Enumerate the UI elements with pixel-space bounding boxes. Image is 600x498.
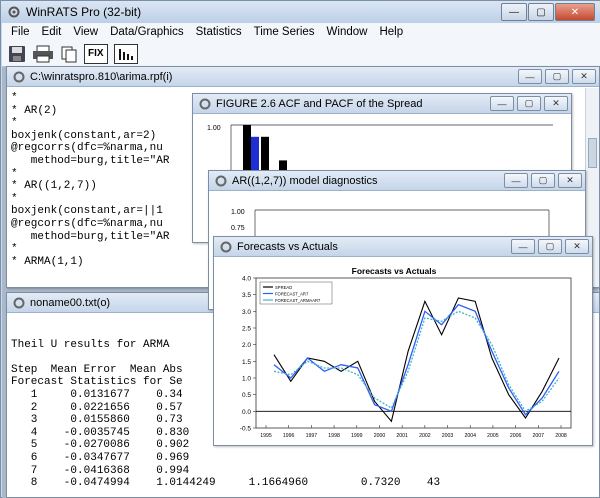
diagnostics-titlebar[interactable]: AR((1,2,7)) model diagnostics — ▢ ✕ bbox=[209, 171, 585, 191]
toolbar: FIX bbox=[2, 41, 600, 67]
forecast-ytick: 2.5 bbox=[242, 326, 251, 333]
forecast-ytick: 3.0 bbox=[242, 309, 251, 316]
document-gear-icon bbox=[13, 297, 25, 308]
acf-maximize-button[interactable]: ▢ bbox=[517, 96, 541, 111]
acf-close-button[interactable]: ✕ bbox=[544, 96, 568, 111]
forecast-titlebar[interactable]: Forecasts vs Actuals — ▢ ✕ bbox=[214, 237, 592, 257]
forecast-xtick: 2001 bbox=[396, 433, 408, 439]
menu-statistics[interactable]: Statistics bbox=[196, 26, 242, 38]
editor-maximize-button[interactable]: ▢ bbox=[545, 69, 569, 84]
editor-close-button[interactable]: ✕ bbox=[572, 69, 596, 84]
acf-title: FIGURE 2.6 ACF and PACF of the Spread bbox=[216, 97, 423, 110]
forecast-ytick: 3.5 bbox=[242, 292, 251, 299]
forecast-ytick: 0.0 bbox=[242, 409, 251, 416]
legend-label: FORECAST_ARMAAR7 bbox=[275, 298, 321, 303]
forecast-xtick: 2006 bbox=[510, 433, 522, 439]
diagnostics-ytick-1: 1.00 bbox=[231, 209, 245, 216]
forecast-ytick: -0.5 bbox=[240, 426, 252, 433]
document-gear-icon bbox=[199, 98, 211, 109]
forecast-xtick: 2007 bbox=[533, 433, 545, 439]
menu-view[interactable]: View bbox=[73, 26, 98, 38]
minimize-button[interactable]: — bbox=[501, 3, 527, 21]
legend-label: SPREAD bbox=[275, 285, 292, 290]
diagnostics-maximize-button[interactable]: ▢ bbox=[531, 173, 555, 188]
forecast-xtick: 1998 bbox=[328, 433, 340, 439]
forecast-series-line bbox=[273, 297, 560, 423]
forecast-xtick: 2003 bbox=[442, 433, 454, 439]
output-line: 7 -0.0416368 0.994 bbox=[11, 464, 190, 477]
menu-file[interactable]: File bbox=[11, 26, 30, 38]
close-button[interactable]: ✕ bbox=[555, 3, 595, 21]
forecast-ytick: 1.5 bbox=[242, 359, 251, 366]
editor-titlebar[interactable]: C:\winratspro.810\arima.rpf(i) — ▢ ✕ bbox=[7, 67, 599, 87]
forecast-close-button[interactable]: ✕ bbox=[565, 239, 589, 254]
diagnostics-ytick-2: 0.75 bbox=[231, 225, 245, 232]
legend-label: FORECAST_AR7 bbox=[275, 292, 309, 297]
forecast-ytick: 0.5 bbox=[242, 392, 251, 399]
fix-button[interactable]: FIX bbox=[84, 43, 108, 64]
copy-button[interactable] bbox=[60, 44, 78, 64]
forecast-xtick: 2004 bbox=[464, 433, 476, 439]
save-button[interactable] bbox=[8, 44, 26, 64]
forecast-xtick: 1996 bbox=[283, 433, 295, 439]
forecast-xtick: 2008 bbox=[555, 433, 567, 439]
forecast-xtick: 2002 bbox=[419, 433, 431, 439]
editor-title: C:\winratspro.810\arima.rpf(i) bbox=[30, 70, 173, 83]
forecast-ytick: 1.0 bbox=[242, 376, 251, 383]
document-gear-icon bbox=[13, 71, 25, 82]
forecast-title: Forecasts vs Actuals bbox=[237, 240, 338, 253]
menu-bar: File Edit View Data/Graphics Statistics … bbox=[2, 23, 600, 41]
forecast-window: Forecasts vs Actuals — ▢ ✕ Forecasts vs … bbox=[213, 236, 593, 446]
output-line: 6 -0.0347677 0.969 bbox=[11, 451, 190, 464]
diagnostics-minimize-button[interactable]: — bbox=[504, 173, 528, 188]
menu-window[interactable]: Window bbox=[327, 26, 368, 38]
diagnostics-title: AR((1,2,7)) model diagnostics bbox=[232, 174, 378, 187]
copy-icon bbox=[61, 46, 77, 62]
forecast-chart-title: Forecasts vs Actuals bbox=[352, 266, 437, 276]
forecast-xtick: 2000 bbox=[374, 433, 386, 439]
forecast-xtick: 1999 bbox=[351, 433, 363, 439]
menu-data-graphics[interactable]: Data/Graphics bbox=[110, 26, 184, 38]
save-icon bbox=[9, 45, 25, 62]
forecast-xtick: 1997 bbox=[306, 433, 318, 439]
forecast-minimize-button[interactable]: — bbox=[511, 239, 535, 254]
editor-minimize-button[interactable]: — bbox=[518, 69, 542, 84]
forecast-ytick: 2.0 bbox=[242, 342, 251, 349]
forecast-body: Forecasts vs Actuals 4.0 3.5 3.0 2.5 2.0 1.5 1… bbox=[214, 258, 592, 445]
output-title: noname00.txt(o) bbox=[30, 296, 111, 309]
forecast-xtick: 2005 bbox=[487, 433, 499, 439]
acf-titlebar[interactable]: FIGURE 2.6 ACF and PACF of the Spread — … bbox=[193, 94, 571, 114]
menu-edit[interactable]: Edit bbox=[42, 26, 62, 38]
document-gear-icon bbox=[220, 241, 232, 252]
printer-icon bbox=[33, 45, 53, 62]
menu-help[interactable]: Help bbox=[379, 26, 403, 38]
bar-chart-icon bbox=[118, 48, 133, 60]
winrats-gear-icon bbox=[8, 6, 20, 18]
menu-time-series[interactable]: Time Series bbox=[254, 26, 315, 38]
output-line: 8 -0.0474994 1.0144249 1.1664960 0.7320 … bbox=[11, 477, 441, 490]
print-button[interactable] bbox=[32, 44, 54, 64]
forecast-ytick: 4.0 bbox=[242, 276, 251, 283]
forecast-maximize-button[interactable]: ▢ bbox=[538, 239, 562, 254]
diagnostics-close-button[interactable]: ✕ bbox=[558, 173, 582, 188]
acf-ytick-1: 1.00 bbox=[207, 125, 221, 132]
document-gear-icon bbox=[215, 175, 227, 186]
acf-minimize-button[interactable]: — bbox=[490, 96, 514, 111]
app-title: WinRATS Pro (32-bit) bbox=[26, 5, 142, 19]
forecast-xtick: 1995 bbox=[260, 433, 272, 439]
graph-button[interactable] bbox=[113, 43, 138, 64]
maximize-button[interactable]: ▢ bbox=[528, 3, 554, 21]
forecast-chart: Forecasts vs Actuals 4.0 3.5 3.0 2.5 2.0 1.5 1… bbox=[240, 266, 572, 439]
